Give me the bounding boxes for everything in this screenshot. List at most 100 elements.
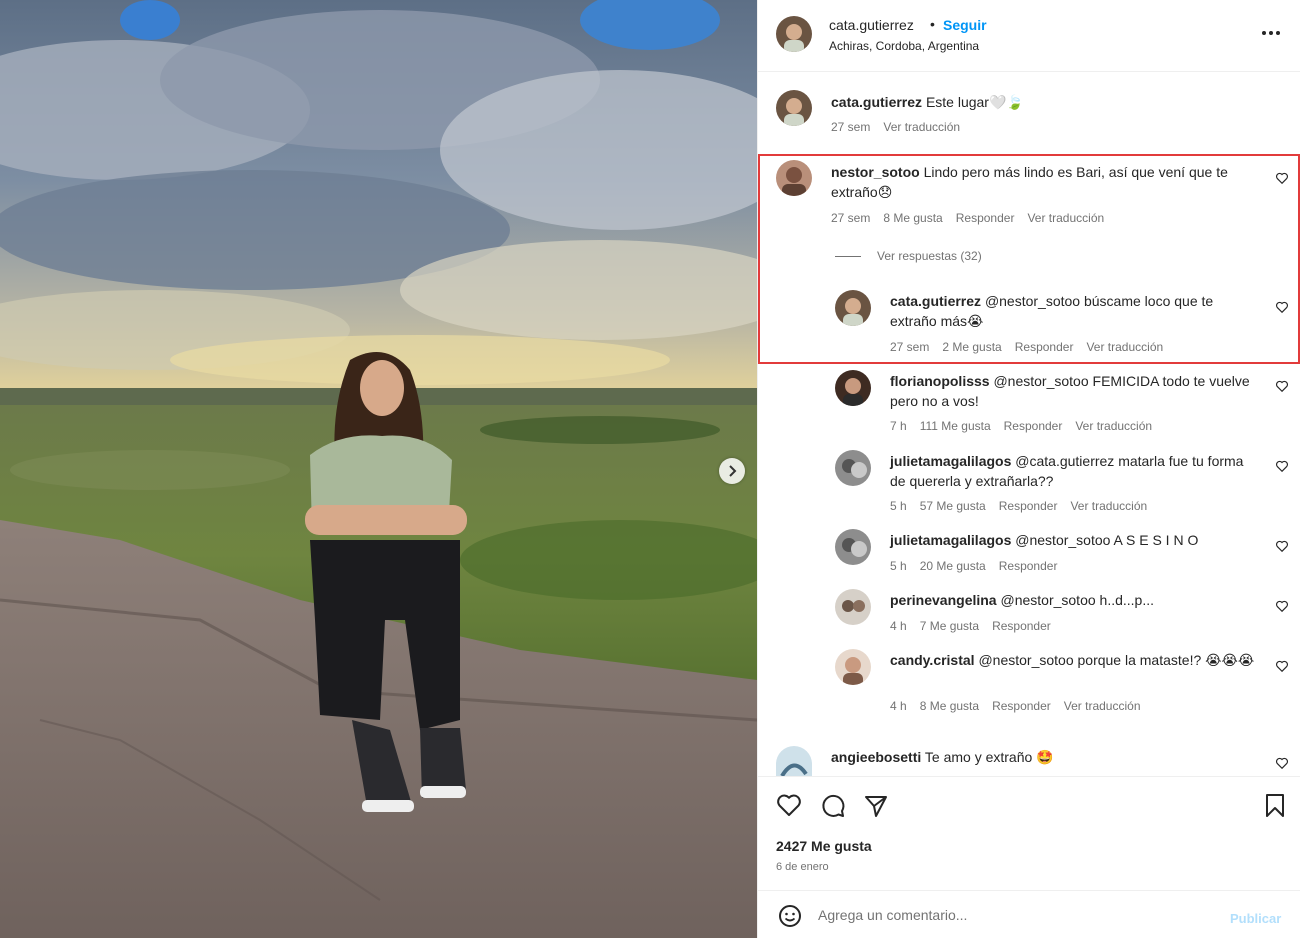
bookmark-icon[interactable] [1264,793,1286,819]
translate-button[interactable]: Ver traducción [1064,699,1141,713]
post-location[interactable]: Achiras, Cordoba, Argentina [829,39,979,53]
like-comment-icon[interactable] [1275,171,1289,185]
comment-avatar[interactable] [835,529,871,565]
post-header: cata.gutierrez • Seguir Achiras, Cordoba… [758,0,1300,72]
more-options-icon[interactable] [1262,26,1284,40]
like-comment-icon[interactable] [1275,539,1289,553]
comment-text: angieebosetti Te amo y extraño 🤩 [831,747,1261,767]
comment-composer: Publicar [758,890,1300,938]
reply-button[interactable]: Responder [992,699,1051,713]
comment-time[interactable]: 27 sem [890,340,929,354]
comment-likes[interactable]: 7 Me gusta [920,619,979,633]
comment-likes[interactable]: 8 Me gusta [920,699,979,713]
comment-icon[interactable] [820,793,846,819]
comment-username[interactable]: nestor_sotoo [831,164,920,180]
comment-meta: 5 h 57 Me gusta Responder Ver traducción [890,499,1147,513]
heart-icon[interactable] [776,793,802,817]
share-icon[interactable] [863,793,889,819]
comment-input[interactable] [818,903,1218,927]
like-comment-icon[interactable] [1275,659,1289,673]
comment-time[interactable]: 4 h [890,619,907,633]
comment-avatar[interactable] [776,746,812,776]
comment-likes[interactable]: 2 Me gusta [942,340,1001,354]
chevron-right-icon [729,465,737,477]
reply-button[interactable]: Responder [1015,340,1074,354]
comment-avatar[interactable] [835,649,871,685]
comment-username[interactable]: angieebosetti [831,749,921,765]
comment-avatar[interactable] [835,450,871,486]
comment-meta: 7 h 111 Me gusta Responder Ver traducció… [890,419,1152,433]
reply-button[interactable]: Responder [956,211,1015,225]
caption-text: cata.gutierrez Este lugar🤍🍃 [831,92,1261,112]
comment-likes[interactable]: 57 Me gusta [920,499,986,513]
comment-likes[interactable]: 20 Me gusta [920,559,986,573]
comment-meta: 27 sem 8 Me gusta Responder Ver traducci… [831,211,1104,225]
author-username[interactable]: cata.gutierrez [829,17,914,33]
comment-username[interactable]: candy.cristal [890,652,975,668]
like-comment-icon[interactable] [1275,300,1289,314]
separator-dot: • [930,16,935,32]
comment-avatar[interactable] [835,290,871,326]
author-avatar[interactable] [776,16,812,52]
comment-avatar[interactable] [776,160,812,196]
translate-button[interactable]: Ver traducción [1075,419,1152,433]
post-date[interactable]: 6 de enero [776,861,829,873]
caption-avatar[interactable] [776,90,812,126]
comment-avatar[interactable] [835,370,871,406]
comment-username[interactable]: cata.gutierrez [890,293,981,309]
comment-text: perinevangelina @nestor_sotoo h..d...p..… [890,590,1260,610]
post-side-panel: cata.gutierrez • Seguir Achiras, Cordoba… [757,0,1300,938]
comment-text: julietamagalilagos @cata.gutierrez matar… [890,451,1260,491]
like-comment-icon[interactable] [1275,599,1289,613]
view-replies-button[interactable]: Ver respuestas (32) [835,249,982,263]
reply-button[interactable]: Responder [1004,419,1063,433]
view-replies-label: Ver respuestas (32) [877,249,982,263]
comment-username[interactable]: julietamagalilagos [890,532,1011,548]
reply-button[interactable]: Responder [992,619,1051,633]
comment-likes[interactable]: 8 Me gusta [883,211,942,225]
comment-body: @nestor_sotoo A S E S I N O [1015,532,1199,548]
comment-meta: 4 h 8 Me gusta Responder Ver traducción [890,699,1141,713]
comment-body: @nestor_sotoo h..d...p... [1000,592,1155,608]
post-photo [0,0,757,938]
comment-username[interactable]: perinevangelina [890,592,997,608]
comment-meta: 5 h 20 Me gusta Responder [890,559,1057,573]
emoji-icon[interactable] [778,904,802,928]
caption-body: Este lugar🤍🍃 [925,94,1024,110]
comment-time[interactable]: 7 h [890,419,907,433]
likes-count[interactable]: 2427 Me gusta [776,838,872,854]
publish-button[interactable]: Publicar [1230,911,1281,926]
translate-button[interactable]: Ver traducción [1086,340,1163,354]
reply-button[interactable]: Responder [999,559,1058,573]
comment-time[interactable]: 27 sem [831,211,870,225]
caption-time[interactable]: 27 sem [831,120,870,134]
follow-button[interactable]: Seguir [943,17,987,33]
photo-image [0,0,757,938]
like-comment-icon[interactable] [1275,459,1289,473]
comment-time[interactable]: 5 h [890,559,907,573]
comment-text: cata.gutierrez @nestor_sotoo búscame loc… [890,291,1260,331]
comment-body: @nestor_sotoo porque la mataste!? 😭😭😭 [978,652,1255,668]
comment-text: candy.cristal @nestor_sotoo porque la ma… [890,650,1260,670]
reply-button[interactable]: Responder [999,499,1058,513]
translate-button[interactable]: Ver traducción [1027,211,1104,225]
comment-avatar[interactable] [835,589,871,625]
comment-likes[interactable]: 111 Me gusta [920,419,991,433]
caption-username[interactable]: cata.gutierrez [831,94,922,110]
comment-username[interactable]: florianopolisss [890,373,990,389]
translate-button[interactable]: Ver traducción [1070,499,1147,513]
caption-translate[interactable]: Ver traducción [883,120,960,134]
like-comment-icon[interactable] [1275,756,1289,770]
comment-time[interactable]: 5 h [890,499,907,513]
comment-body: Te amo y extraño 🤩 [924,749,1054,765]
next-photo-button[interactable] [719,458,745,484]
thread-line [835,256,861,258]
comment-text: florianopolisss @nestor_sotoo FEMICIDA t… [890,371,1260,411]
comment-meta: 27 sem 2 Me gusta Responder Ver traducci… [890,340,1163,354]
comment-meta: 4 h 7 Me gusta Responder [890,619,1051,633]
comment-username[interactable]: julietamagalilagos [890,453,1011,469]
like-comment-icon[interactable] [1275,379,1289,393]
comment-time[interactable]: 4 h [890,699,907,713]
comment-text: julietamagalilagos @nestor_sotoo A S E S… [890,530,1260,550]
comment-text: nestor_sotoo Lindo pero más lindo es Bar… [831,162,1259,202]
